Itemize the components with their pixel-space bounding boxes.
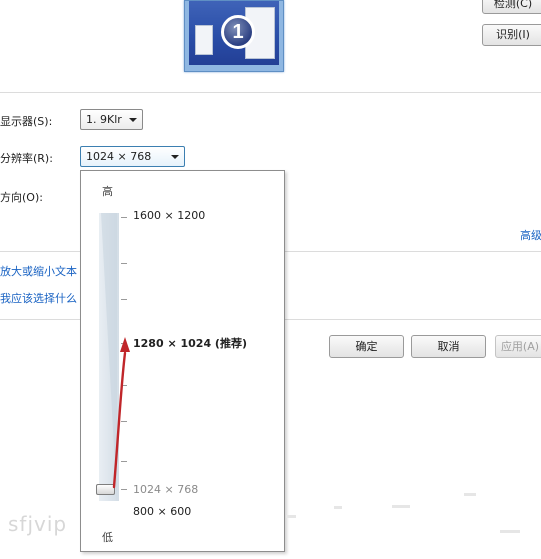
resolution-label: 分辨率(R): bbox=[0, 152, 53, 165]
window-thumbnail bbox=[195, 25, 213, 55]
apply-button[interactable]: 应用(A) bbox=[495, 335, 541, 358]
resolution-select[interactable]: 1024 × 768 bbox=[80, 146, 185, 167]
faint-dash bbox=[464, 493, 476, 496]
advanced-settings-link[interactable]: 高级 bbox=[520, 227, 541, 243]
cancel-button[interactable]: 取消 bbox=[411, 335, 486, 358]
monitor-screen: 1 bbox=[189, 1, 279, 65]
faint-dash bbox=[334, 506, 342, 509]
display-select[interactable]: 1. 9Klr bbox=[80, 109, 143, 130]
chevron-down-icon bbox=[129, 118, 137, 122]
display-select-value: 1. 9Klr bbox=[86, 113, 122, 126]
resolution-dropdown-panel: 高 1600 × 1200 1280 × 1024 (推荐) 1024 × 76… bbox=[80, 170, 285, 552]
chevron-down-icon bbox=[171, 155, 179, 159]
resolution-select-value: 1024 × 768 bbox=[86, 150, 152, 163]
enlarge-text-link[interactable]: 放大或缩小文本 bbox=[0, 263, 77, 279]
watermark: sfjvip bbox=[8, 512, 68, 536]
faint-dash bbox=[286, 515, 296, 518]
red-arrow-annotation bbox=[112, 337, 130, 489]
faint-dash bbox=[500, 530, 520, 533]
detect-button[interactable]: 检测(C) bbox=[482, 0, 541, 14]
identify-button[interactable]: 识别(I) bbox=[482, 24, 541, 46]
faint-dash bbox=[392, 505, 410, 508]
which-settings-link[interactable]: 我应该选择什么 bbox=[0, 290, 77, 306]
monitor-thumbnail[interactable]: 1 bbox=[184, 0, 284, 72]
display-label: 显示器(S): bbox=[0, 115, 53, 128]
ok-button[interactable]: 确定 bbox=[329, 335, 404, 358]
orientation-label: 方向(O): bbox=[0, 191, 43, 204]
monitor-number-badge: 1 bbox=[221, 15, 255, 49]
